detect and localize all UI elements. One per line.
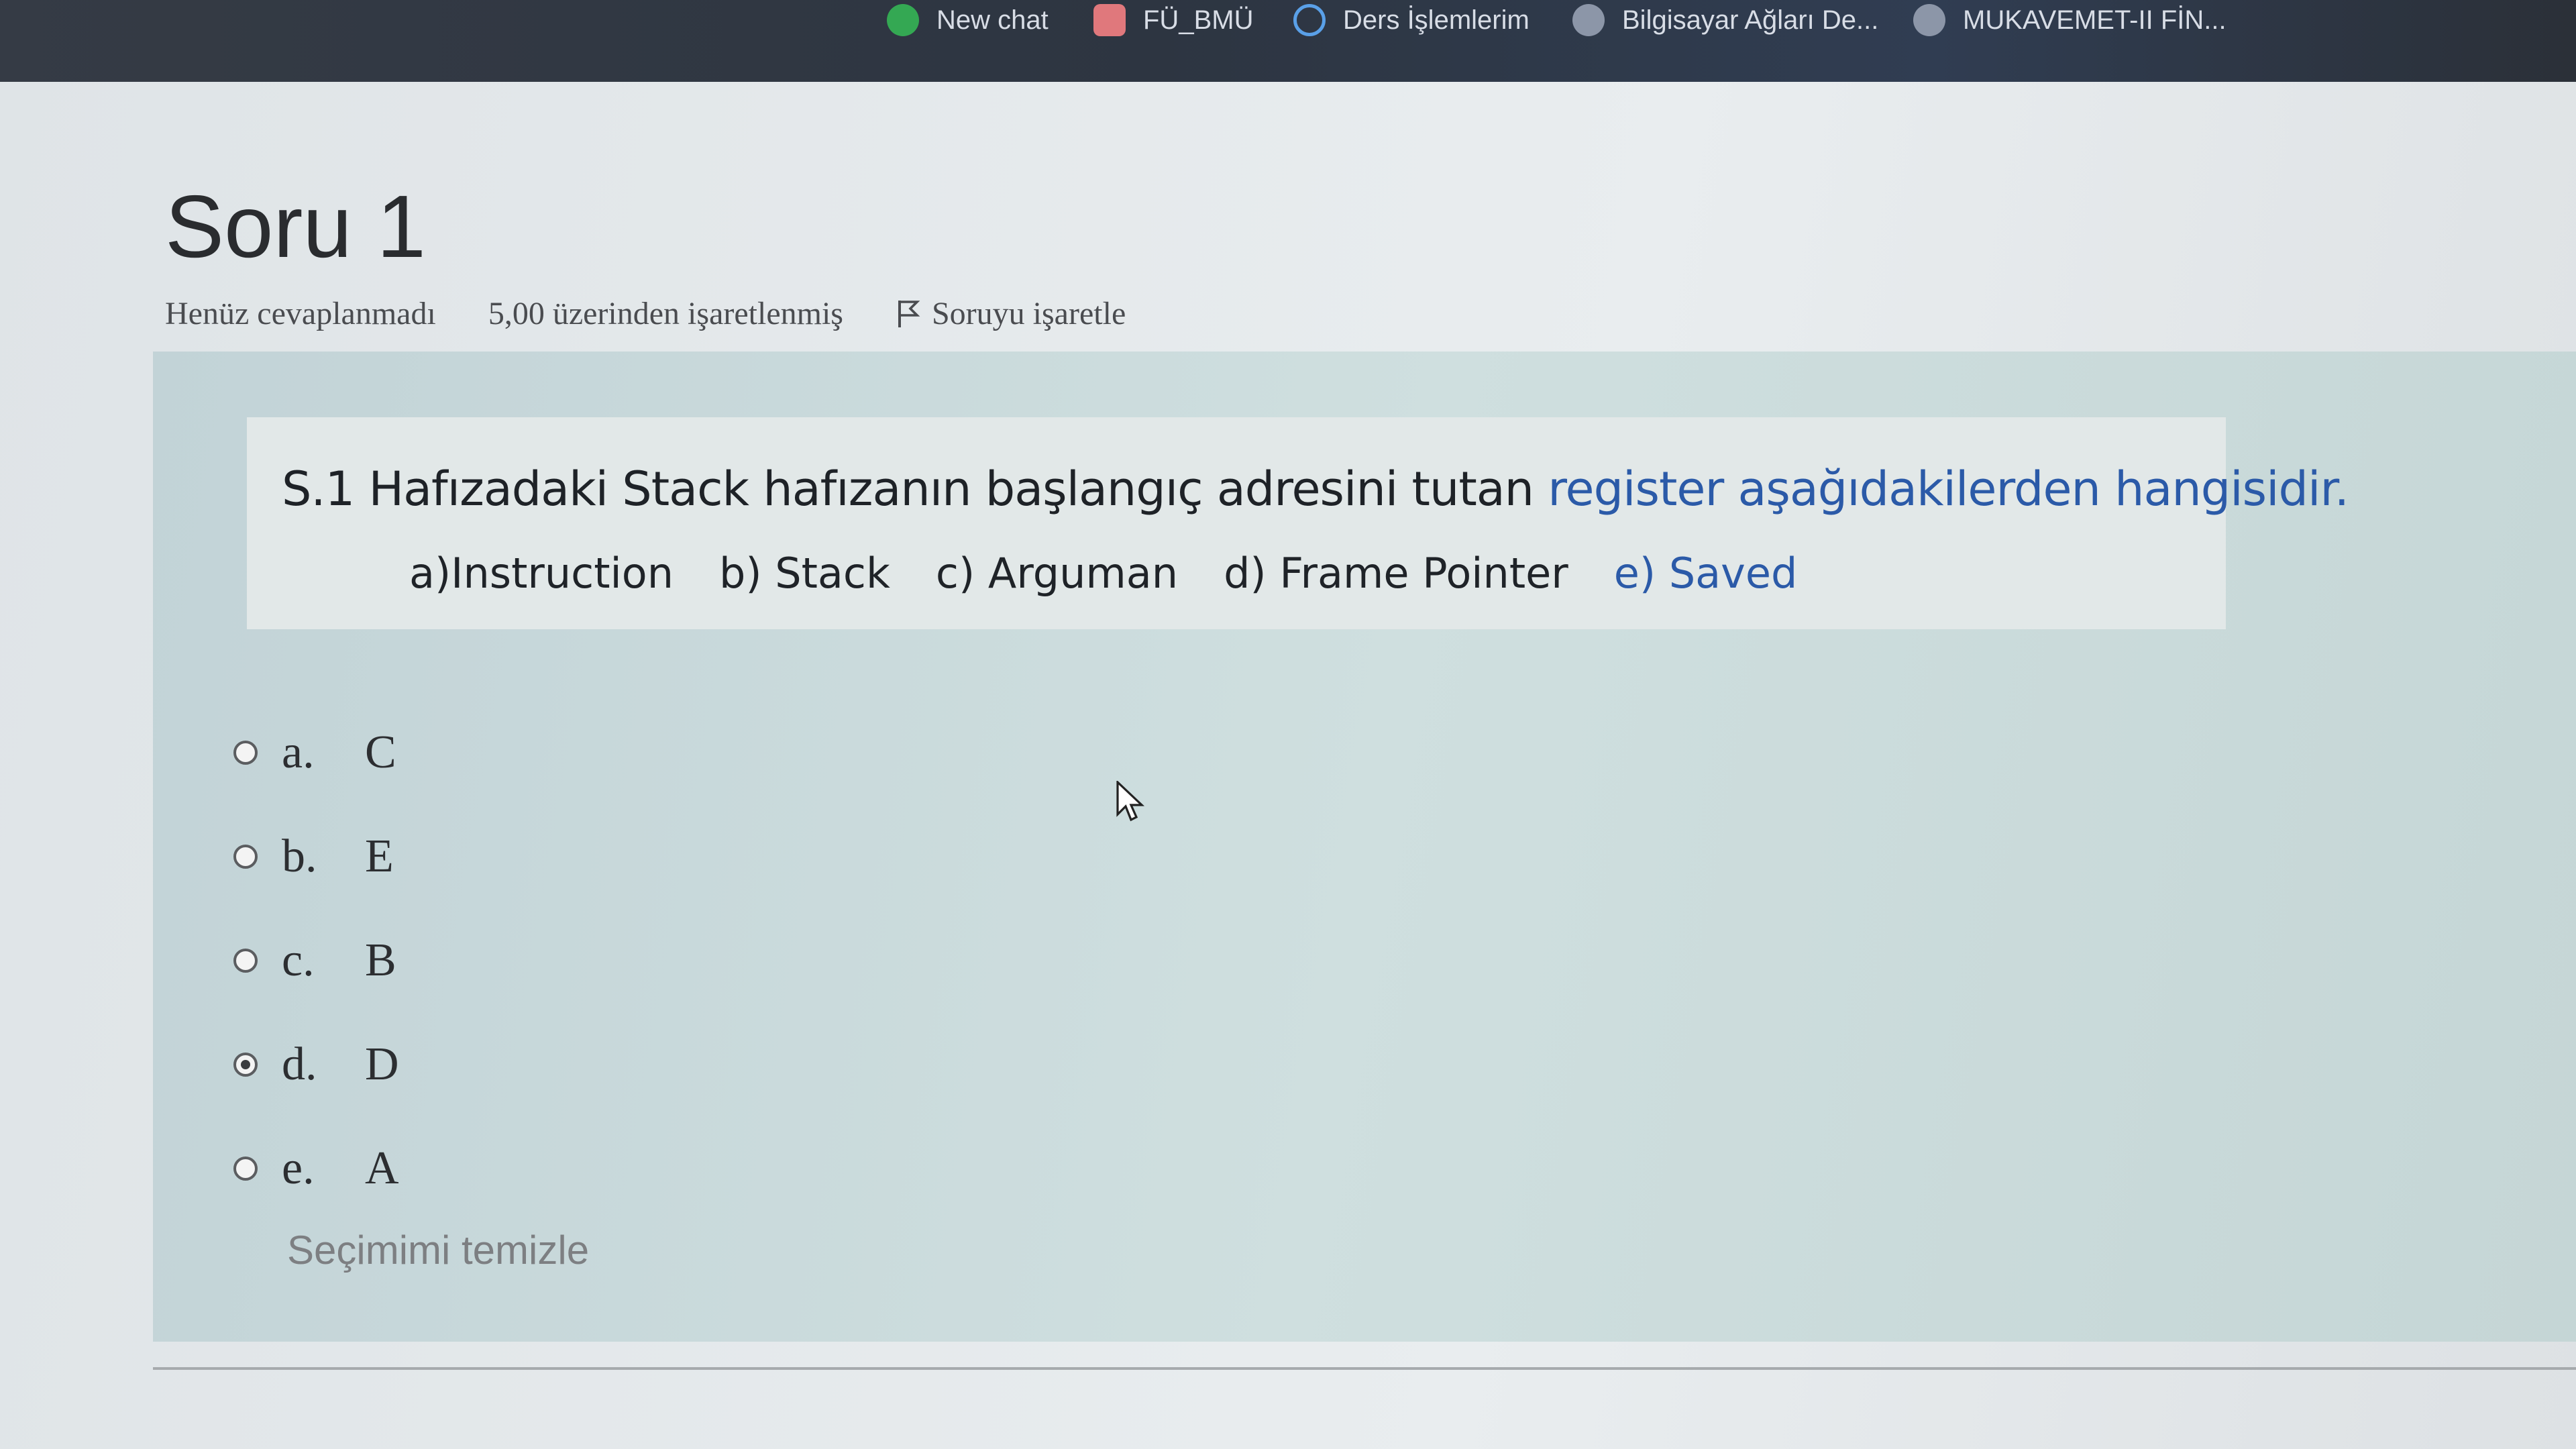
bookmark-label: New chat (936, 5, 1049, 35)
bookmarks-bar: New chat FÜ_BMÜ Ders İşlemlerim Bilgisay… (0, 0, 2576, 82)
answer-option-d[interactable]: d. D (233, 1012, 399, 1116)
page-content: Soru 1 Henüz cevaplanmadı 5,00 üzerinden… (0, 82, 2576, 1449)
radio-button-selected[interactable] (233, 1052, 258, 1077)
choice-text: d) Frame Pointer (1224, 549, 1568, 598)
swirl-logo-icon (1293, 4, 1326, 36)
bookmark-label: FÜ_BMÜ (1143, 5, 1254, 35)
choice-text: a)Instruction (409, 549, 674, 598)
option-letter: b. (282, 830, 317, 882)
bookmark-bilgisayar-aglari[interactable]: Bilgisayar Ağları De... (1572, 0, 1878, 40)
site-icon (1572, 4, 1605, 36)
mouse-cursor-icon (1116, 781, 1145, 822)
option-value: D (365, 1038, 399, 1090)
question-text: S.1 Hafızadaki Stack hafızanın başlangıç… (282, 462, 2349, 517)
question-choices-line: a)Instruction b) Stack c) Arguman d) Fra… (409, 549, 1843, 598)
flag-label: Soruyu işaretle (931, 296, 1126, 331)
question-text-part1: S.1 Hafızadaki Stack hafızanın başlangıç… (282, 462, 1548, 517)
answer-option-b[interactable]: b. E (233, 804, 399, 908)
bookmark-fu-bmu[interactable]: FÜ_BMÜ (1093, 0, 1253, 40)
question-marks: 5,00 üzerinden işaretlenmiş (488, 296, 843, 331)
radio-button[interactable] (233, 740, 258, 765)
bookmark-new-chat[interactable]: New chat (887, 0, 1049, 40)
bookmark-label: Bilgisayar Ağları De... (1622, 5, 1879, 35)
bookmark-mukavemet[interactable]: MUKAVEMET-II FİN... (1913, 0, 2226, 40)
bookmark-ders-islemlerim[interactable]: Ders İşlemlerim (1293, 0, 1529, 40)
answer-option-c[interactable]: c. B (233, 908, 399, 1012)
calendar-icon (1093, 4, 1126, 36)
option-value: C (365, 726, 396, 778)
option-value: A (365, 1142, 399, 1194)
flag-icon (898, 300, 920, 327)
radio-button[interactable] (233, 844, 258, 869)
question-text-part2: register aşağıdakilerden hangisidir. (1548, 462, 2349, 517)
option-value: E (365, 830, 394, 882)
site-icon (1913, 4, 1945, 36)
answer-option-a[interactable]: a. C (233, 700, 399, 804)
answer-status: Henüz cevaplanmadı (165, 296, 436, 331)
question-text-box: S.1 Hafızadaki Stack hafızanın başlangıç… (247, 417, 2349, 629)
bookmark-label: MUKAVEMET-II FİN... (1963, 5, 2226, 35)
divider (153, 1367, 2576, 1370)
question-info: Henüz cevaplanmadı 5,00 üzerinden işaret… (165, 295, 1126, 332)
choice-text: b) Stack (719, 549, 890, 598)
bookmark-label: Ders İşlemlerim (1343, 5, 1529, 35)
radio-button[interactable] (233, 1156, 258, 1181)
question-panel: S.1 Hafızadaki Stack hafızanın başlangıç… (153, 352, 2576, 1342)
chat-icon (887, 4, 919, 36)
choice-text: c) Arguman (935, 549, 1179, 598)
answer-option-e[interactable]: e. A (233, 1116, 399, 1220)
question-title: Soru 1 (165, 177, 426, 276)
option-letter: d. (282, 1038, 317, 1090)
radio-button[interactable] (233, 948, 258, 973)
answer-options: a. C b. E c. B d. D e. A (233, 700, 399, 1220)
option-letter: a. (282, 726, 315, 778)
clear-choice-link[interactable]: Seçimimi temizle (287, 1227, 589, 1273)
option-letter: c. (282, 934, 315, 986)
flag-question-link[interactable]: Soruyu işaretle (896, 295, 1126, 332)
choice-text: e) Saved (1613, 549, 1798, 598)
option-letter: e. (282, 1142, 315, 1194)
option-value: B (365, 934, 396, 986)
